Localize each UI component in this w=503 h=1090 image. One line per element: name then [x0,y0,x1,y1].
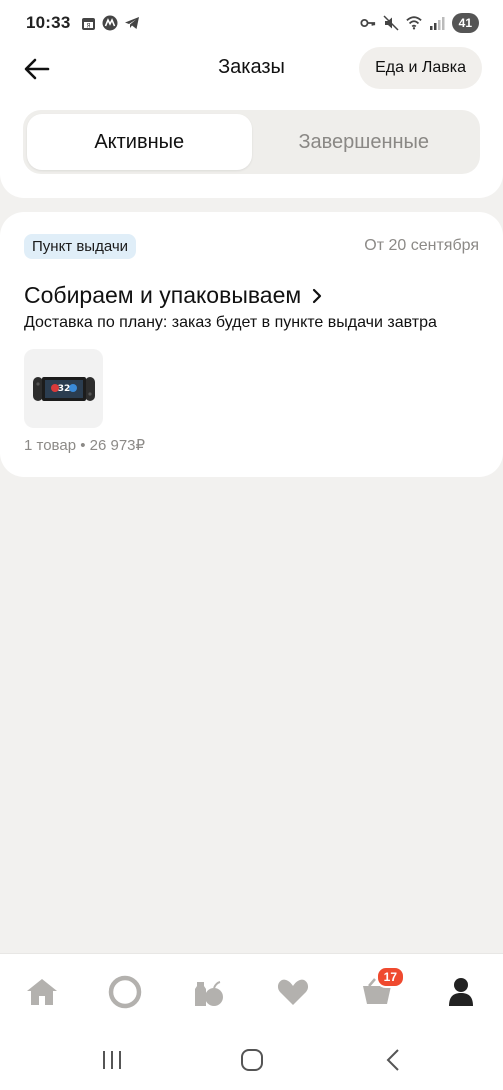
status-bar: 10:33 Я 41 [0,0,503,46]
bottom-nav: 17 [0,953,503,1029]
mute-icon [383,15,399,31]
header: Заказы Еда и Лавка [0,46,503,92]
orders-tabs: Активные Завершенные [23,110,480,174]
back-icon [386,1049,399,1071]
nav-grocery[interactable] [189,972,229,1012]
pickup-point-badge: Пункт выдачи [24,234,137,259]
home-nav-button[interactable] [237,1045,267,1075]
alice-icon [108,975,142,1009]
wifi-icon [405,15,422,31]
battery-indicator: 41 [451,13,479,33]
recent-apps-button[interactable] [97,1045,127,1075]
order-status: Собираем и упаковываем [24,282,302,308]
chevron-right-icon [313,288,322,303]
nav-cart[interactable]: 17 [357,966,405,1012]
metro-icon [102,15,118,31]
back-nav-button[interactable] [378,1045,408,1075]
signal-icon [429,15,445,31]
nav-favorites[interactable] [273,972,313,1012]
order-status-row[interactable]: Собираем и упаковываем [24,282,323,309]
nav-home[interactable] [22,972,62,1012]
status-time: 10:33 [26,13,71,32]
calendar-icon: Я [80,15,96,31]
cart-count-badge: 17 [375,966,405,988]
key-icon [360,15,376,31]
product-thumbnail[interactable]: 32 [24,349,103,428]
home-icon [27,979,57,1005]
food-and-lavka-button[interactable]: Еда и Лавка [359,47,482,89]
android-nav-bar [0,1029,503,1090]
favorites-icon [277,979,309,1005]
svg-text:Я: Я [86,22,90,29]
order-card[interactable]: Пункт выдачи От 20 сентября Собираем и у… [0,212,503,477]
grocery-icon [195,981,223,1006]
nav-profile[interactable] [441,972,481,1012]
tab-completed[interactable]: Завершенные [252,114,477,170]
order-summary: 1 товар • 26 973₽ [24,437,146,454]
recent-apps-icon [103,1051,121,1069]
profile-icon [449,978,473,1006]
tab-active[interactable]: Активные [27,114,252,170]
nav-alice[interactable] [105,972,145,1012]
home-circle-icon [241,1049,263,1071]
game-console-image: 32 [32,376,95,401]
order-date: От 20 сентября [364,237,479,254]
top-area: 10:33 Я 41 Заказы Еда и Лавка Активные З… [0,0,503,198]
telegram-icon [124,15,140,31]
order-description: Доставка по плану: заказ будет в пункте … [24,314,437,331]
svg-text:32: 32 [57,384,70,394]
